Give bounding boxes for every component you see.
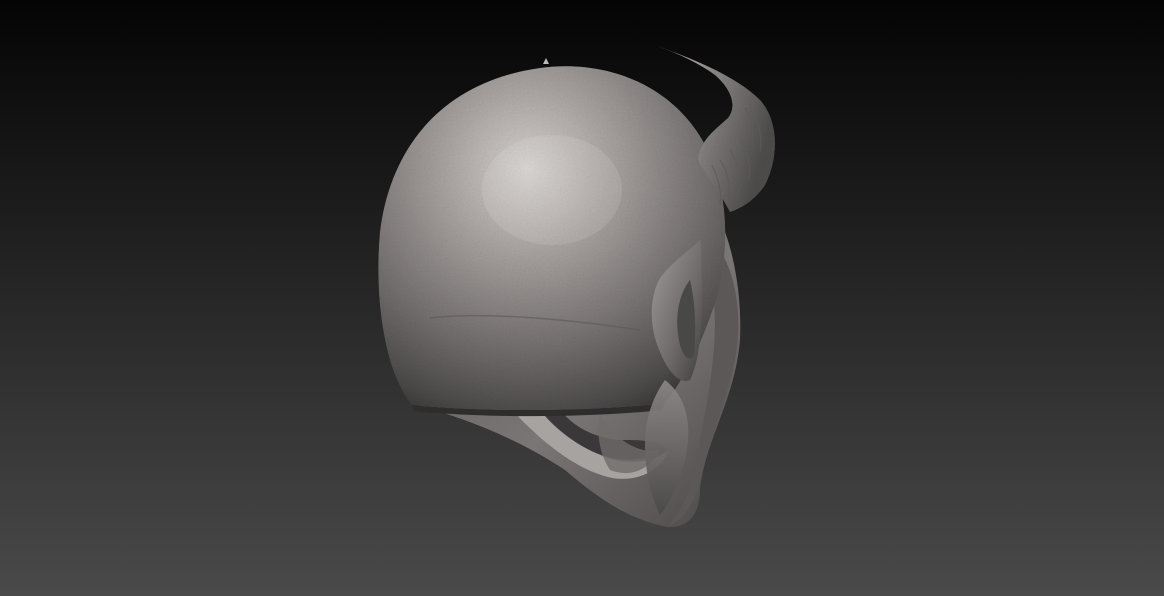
3d-viewport[interactable] <box>0 0 1164 596</box>
dome-highlight <box>482 135 622 245</box>
viewport-canvas[interactable] <box>0 0 1164 596</box>
